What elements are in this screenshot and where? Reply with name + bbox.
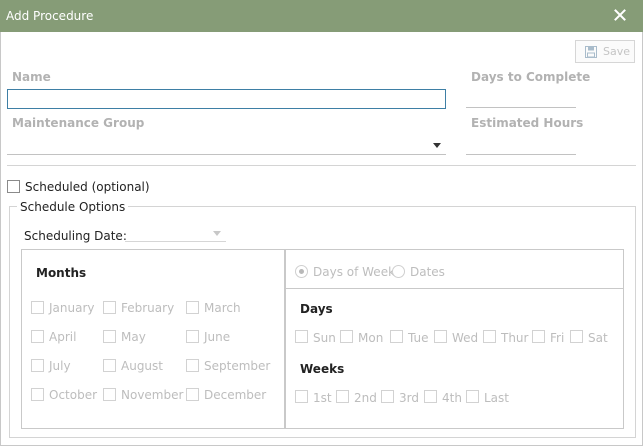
day-checkbox-sun[interactable] bbox=[295, 330, 308, 343]
week-label[interactable]: 1st bbox=[313, 391, 332, 405]
month-checkbox-january[interactable] bbox=[31, 301, 44, 314]
chevron-down-icon bbox=[213, 231, 221, 236]
maintenance-group-dropdown[interactable] bbox=[7, 135, 446, 155]
month-checkbox-june[interactable] bbox=[186, 330, 199, 343]
day-label[interactable]: Tue bbox=[408, 331, 429, 345]
day-label[interactable]: Mon bbox=[358, 331, 383, 345]
day-label[interactable]: Thur bbox=[501, 331, 528, 345]
radio-selected-dot bbox=[299, 269, 304, 274]
radio-days-of-week[interactable] bbox=[295, 265, 308, 278]
month-checkbox-october[interactable] bbox=[31, 388, 44, 401]
scheduling-date-label: Scheduling Date: bbox=[24, 229, 127, 243]
month-label[interactable]: July bbox=[49, 359, 71, 373]
month-label[interactable]: June bbox=[204, 330, 230, 344]
week-label[interactable]: Last bbox=[484, 391, 509, 405]
month-checkbox-april[interactable] bbox=[31, 330, 44, 343]
month-label[interactable]: May bbox=[121, 330, 146, 344]
month-label[interactable]: October bbox=[49, 388, 97, 402]
week-checkbox-2nd[interactable] bbox=[336, 390, 349, 403]
day-checkbox-fri[interactable] bbox=[532, 330, 545, 343]
month-checkbox-september[interactable] bbox=[186, 359, 199, 372]
maintenance-group-label: Maintenance Group bbox=[12, 116, 145, 130]
day-checkbox-tue[interactable] bbox=[390, 330, 403, 343]
month-checkbox-november[interactable] bbox=[103, 388, 116, 401]
months-title: Months bbox=[36, 266, 87, 280]
days-to-complete-field[interactable] bbox=[466, 88, 576, 108]
month-label[interactable]: April bbox=[49, 330, 76, 344]
scheduled-checkbox[interactable] bbox=[7, 180, 20, 193]
week-checkbox-last[interactable] bbox=[466, 390, 479, 403]
month-checkbox-december[interactable] bbox=[186, 388, 199, 401]
month-label[interactable]: November bbox=[121, 388, 183, 402]
week-label[interactable]: 4th bbox=[442, 391, 462, 405]
schedule-options-title: Schedule Options bbox=[17, 200, 129, 214]
day-label[interactable]: Wed bbox=[452, 331, 478, 345]
week-label[interactable]: 2nd bbox=[354, 391, 377, 405]
day-label[interactable]: Sat bbox=[588, 331, 608, 345]
radio-label-dates[interactable]: Dates bbox=[410, 265, 445, 279]
month-label[interactable]: December bbox=[204, 388, 266, 402]
dialog-title: Add Procedure bbox=[6, 9, 94, 23]
name-input[interactable] bbox=[7, 89, 446, 109]
month-label[interactable]: September bbox=[204, 359, 270, 373]
estimated-hours-field[interactable] bbox=[466, 135, 576, 155]
days-to-complete-label: Days to Complete bbox=[471, 70, 591, 84]
month-label[interactable]: February bbox=[121, 301, 174, 315]
week-checkbox-4th[interactable] bbox=[424, 390, 437, 403]
divider bbox=[286, 288, 624, 289]
save-button-label: Save bbox=[603, 45, 631, 58]
week-label[interactable]: 3rd bbox=[399, 391, 419, 405]
radio-dates[interactable] bbox=[392, 265, 405, 278]
week-checkbox-3rd[interactable] bbox=[381, 390, 394, 403]
month-checkbox-february[interactable] bbox=[103, 301, 116, 314]
month-label[interactable]: January bbox=[49, 301, 95, 315]
day-label[interactable]: Fri bbox=[550, 331, 564, 345]
name-label: Name bbox=[12, 70, 51, 84]
scheduling-date-picker[interactable] bbox=[125, 225, 226, 242]
month-label[interactable]: August bbox=[121, 359, 163, 373]
day-checkbox-wed[interactable] bbox=[434, 330, 447, 343]
day-checkbox-sat[interactable] bbox=[570, 330, 583, 343]
save-icon bbox=[585, 46, 597, 58]
close-icon[interactable] bbox=[612, 7, 628, 23]
day-label[interactable]: Sun bbox=[313, 331, 336, 345]
estimated-hours-label: Estimated Hours bbox=[471, 116, 584, 130]
week-checkbox-1st[interactable] bbox=[295, 390, 308, 403]
month-checkbox-august[interactable] bbox=[103, 359, 116, 372]
days-title: Days bbox=[300, 302, 333, 316]
radio-label-days-of-week[interactable]: Days of Week bbox=[313, 265, 395, 279]
dialog-titlebar bbox=[0, 0, 643, 32]
divider bbox=[7, 165, 636, 166]
day-checkbox-thur[interactable] bbox=[483, 330, 496, 343]
month-label[interactable]: March bbox=[204, 301, 241, 315]
save-button[interactable]: Save bbox=[575, 40, 635, 63]
weeks-title: Weeks bbox=[300, 362, 345, 376]
scheduled-label[interactable]: Scheduled (optional) bbox=[25, 180, 150, 194]
chevron-down-icon bbox=[433, 143, 441, 148]
month-checkbox-march[interactable] bbox=[186, 301, 199, 314]
month-checkbox-may[interactable] bbox=[103, 330, 116, 343]
month-checkbox-july[interactable] bbox=[31, 359, 44, 372]
day-checkbox-mon[interactable] bbox=[340, 330, 353, 343]
